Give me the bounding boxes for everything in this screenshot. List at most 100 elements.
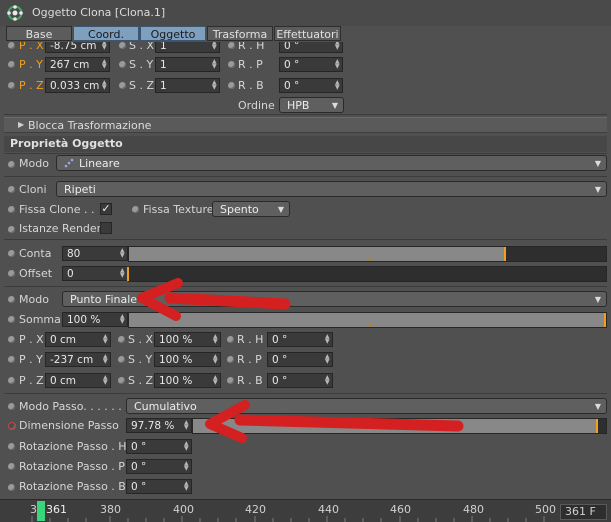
clones-dropdown[interactable]: Ripeti ▼ bbox=[56, 181, 607, 197]
obj-sy-value: 100 % bbox=[159, 354, 193, 366]
anim-dot[interactable] bbox=[8, 296, 15, 303]
coord-py-label: P . Y bbox=[19, 58, 43, 71]
anim-dot[interactable] bbox=[8, 82, 15, 89]
obj-rp-field[interactable]: 0 ° bbox=[267, 352, 333, 367]
obj-sz-field[interactable]: 100 % bbox=[154, 373, 221, 388]
coord-rp-label: R . P bbox=[238, 58, 263, 71]
offset-field[interactable]: 0 bbox=[62, 266, 128, 281]
mode2-dropdown[interactable]: Punto Finale ▼ bbox=[62, 291, 607, 307]
coord-py-field[interactable]: 267 cm bbox=[45, 57, 110, 72]
anim-dot-keyframed[interactable] bbox=[8, 422, 16, 430]
coord-sz-value: 1 bbox=[160, 80, 167, 92]
timeline-ruler[interactable]: 36 361 380 400 420 440 460 480 500 361 F bbox=[0, 499, 611, 522]
anim-dot[interactable] bbox=[8, 206, 15, 213]
obj-rb-field[interactable]: 0 ° bbox=[267, 373, 333, 388]
anim-dot[interactable] bbox=[8, 270, 15, 277]
anim-dot[interactable] bbox=[8, 403, 15, 410]
amount-slider-fill bbox=[129, 313, 606, 327]
fix-clone-checkbox[interactable]: ✓ bbox=[100, 203, 112, 215]
slider-tick bbox=[370, 324, 371, 327]
fix-texture-dropdown[interactable]: Spento ▼ bbox=[212, 201, 290, 217]
window-title: Oggetto Clona [Clona.1] bbox=[32, 6, 166, 19]
offset-slider-handle[interactable] bbox=[127, 267, 129, 281]
freeze-transform-label: Blocca Trasformazione bbox=[28, 119, 152, 132]
step-rot-b-field[interactable]: 0 ° bbox=[126, 479, 192, 494]
anim-dot[interactable] bbox=[8, 316, 15, 323]
amount-slider[interactable] bbox=[128, 312, 607, 328]
step-rot-p-field[interactable]: 0 ° bbox=[126, 459, 192, 474]
anim-dot[interactable] bbox=[118, 356, 125, 363]
coord-sz-field[interactable]: 1 bbox=[155, 78, 220, 93]
anim-dot[interactable] bbox=[8, 61, 15, 68]
obj-py-field[interactable]: -237 cm bbox=[45, 352, 111, 367]
anim-dot[interactable] bbox=[8, 226, 15, 233]
render-instances-label: Istanze Render bbox=[19, 222, 102, 235]
step-mode-value: Cumulativo bbox=[134, 400, 197, 413]
chevron-down-icon: ▼ bbox=[594, 295, 601, 304]
render-instances-checkbox[interactable] bbox=[100, 222, 112, 234]
freeze-transform-group[interactable]: ▶ Blocca Trasformazione bbox=[4, 117, 607, 133]
obj-sy-field[interactable]: 100 % bbox=[154, 352, 221, 367]
cloner-icon bbox=[7, 5, 23, 21]
mode-dropdown[interactable]: Lineare ▼ bbox=[56, 155, 607, 171]
step-mode-dropdown[interactable]: Cumulativo ▼ bbox=[126, 398, 607, 414]
anim-dot[interactable] bbox=[8, 186, 15, 193]
anim-dot[interactable] bbox=[8, 443, 15, 450]
count-field[interactable]: 80 bbox=[62, 246, 128, 261]
anim-dot[interactable] bbox=[119, 82, 126, 89]
anim-dot[interactable] bbox=[8, 356, 15, 363]
anim-dot[interactable] bbox=[8, 250, 15, 257]
anim-dot[interactable] bbox=[118, 377, 125, 384]
coord-sy-field[interactable]: 1 bbox=[155, 57, 220, 72]
anim-dot[interactable] bbox=[228, 61, 235, 68]
step-rot-h-field[interactable]: 0 ° bbox=[126, 439, 192, 454]
tab-oggetto[interactable]: Oggetto bbox=[140, 26, 206, 41]
offset-value: 0 bbox=[67, 268, 74, 280]
linear-icon bbox=[64, 158, 74, 168]
anim-dot[interactable] bbox=[8, 377, 15, 384]
coord-rp-field[interactable]: 0 ° bbox=[279, 57, 343, 72]
obj-rp-label: R . P bbox=[237, 353, 262, 366]
timeline-playhead[interactable] bbox=[37, 501, 45, 521]
obj-rh-field[interactable]: 0 ° bbox=[267, 332, 333, 347]
step-rot-p-value: 0 ° bbox=[131, 461, 147, 473]
slider-tick bbox=[370, 258, 371, 261]
divider bbox=[4, 176, 607, 177]
anim-dot[interactable] bbox=[132, 206, 139, 213]
amount-field[interactable]: 100 % bbox=[62, 312, 128, 327]
step-size-field[interactable]: 97.78 % bbox=[126, 418, 192, 433]
obj-px-field[interactable]: 0 cm bbox=[45, 332, 111, 347]
coord-rb-field[interactable]: 0 ° bbox=[279, 78, 343, 93]
anim-dot[interactable] bbox=[227, 336, 234, 343]
obj-sx-field[interactable]: 100 % bbox=[154, 332, 221, 347]
anim-dot[interactable] bbox=[8, 161, 15, 168]
count-slider[interactable] bbox=[128, 246, 607, 262]
anim-dot[interactable] bbox=[8, 463, 15, 470]
obj-pz-field[interactable]: 0 cm bbox=[45, 373, 111, 388]
anim-dot[interactable] bbox=[8, 336, 15, 343]
offset-slider[interactable] bbox=[127, 266, 607, 282]
tab-effettuatori[interactable]: Effettuatori bbox=[274, 26, 341, 41]
anim-dot[interactable] bbox=[227, 377, 234, 384]
amount-slider-handle[interactable] bbox=[604, 313, 606, 327]
anim-dot[interactable] bbox=[227, 356, 234, 363]
tab-coord[interactable]: Coord. bbox=[73, 26, 139, 41]
step-size-slider-handle[interactable] bbox=[595, 419, 598, 433]
fix-clone-label: Fissa Clone . . bbox=[19, 203, 95, 216]
anim-dot[interactable] bbox=[119, 61, 126, 68]
order-dropdown[interactable]: HPB ▼ bbox=[279, 97, 344, 113]
anim-dot[interactable] bbox=[118, 336, 125, 343]
coord-pz-field[interactable]: 0.033 cm bbox=[45, 78, 110, 93]
frame-field[interactable]: 361 F bbox=[560, 504, 607, 520]
anim-dot[interactable] bbox=[228, 82, 235, 89]
step-size-slider[interactable] bbox=[192, 418, 607, 434]
divider bbox=[4, 239, 607, 240]
anim-dot[interactable] bbox=[228, 42, 235, 49]
tab-base[interactable]: Base bbox=[6, 26, 72, 41]
anim-dot[interactable] bbox=[8, 484, 15, 491]
count-slider-handle[interactable] bbox=[503, 247, 506, 261]
anim-dot[interactable] bbox=[8, 42, 15, 49]
tab-trasforma[interactable]: Trasforma bbox=[207, 26, 273, 41]
anim-dot[interactable] bbox=[119, 42, 126, 49]
order-label: Ordine bbox=[238, 99, 275, 112]
